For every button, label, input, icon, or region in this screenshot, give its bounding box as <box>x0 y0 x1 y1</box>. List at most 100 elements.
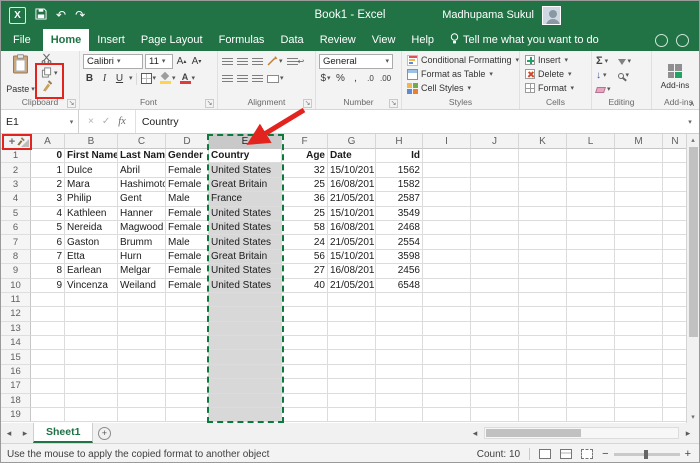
align-left-button[interactable] <box>221 72 234 86</box>
cell-A16[interactable] <box>31 364 65 380</box>
cell-L6[interactable] <box>567 220 615 236</box>
column-header-B[interactable]: B <box>65 134 118 149</box>
cell-H8[interactable]: 3598 <box>376 249 423 265</box>
cell-C16[interactable] <box>118 364 166 380</box>
cell-G18[interactable] <box>328 393 376 409</box>
cell-E7[interactable]: United States <box>209 235 282 250</box>
cell-E2[interactable]: United States <box>209 163 282 178</box>
underline-dropdown-icon[interactable]: ▾ <box>129 75 133 82</box>
name-box-dropdown-icon[interactable]: ▾ <box>65 110 79 133</box>
cell-E1[interactable]: Country <box>209 149 282 164</box>
cell-J15[interactable] <box>471 350 519 365</box>
row-header-5[interactable]: 5 <box>1 206 31 221</box>
cell-C19[interactable] <box>118 408 166 423</box>
column-header-L[interactable]: L <box>567 134 615 149</box>
count-indicator[interactable]: Count: 10 <box>477 449 520 460</box>
cell-J9[interactable] <box>471 264 519 279</box>
enter-icon[interactable]: ✓ <box>102 116 110 127</box>
cell-I17[interactable] <box>423 379 471 394</box>
number-format-combo[interactable]: General ▾ <box>319 54 393 69</box>
cell-B18[interactable] <box>65 393 118 409</box>
cell-C10[interactable]: Weiland <box>118 278 166 293</box>
vertical-scroll-thumb[interactable] <box>688 147 698 337</box>
cell-K6[interactable] <box>519 220 567 236</box>
row-header-1[interactable]: 1 <box>1 149 31 164</box>
row-header-19[interactable]: 19 <box>1 408 31 423</box>
cell-G19[interactable] <box>328 408 376 423</box>
cell-G1[interactable]: Date <box>328 149 376 164</box>
cell-E5[interactable]: United States <box>209 206 282 221</box>
column-header-I[interactable]: I <box>423 134 471 149</box>
cell-C8[interactable]: Hurn <box>118 249 166 265</box>
bold-button[interactable]: B <box>83 72 96 86</box>
cell-B14[interactable] <box>65 336 118 351</box>
paste-dropdown-icon[interactable]: ▾ <box>31 86 35 93</box>
cell-N19[interactable] <box>663 408 687 423</box>
cell-I16[interactable] <box>423 364 471 380</box>
column-header-E[interactable]: E <box>209 134 282 149</box>
tab-tell-me-what-you-want-to-do[interactable]: Tell me what you want to do <box>442 29 607 51</box>
cell-N14[interactable] <box>663 336 687 351</box>
cell-N1[interactable] <box>663 149 687 164</box>
cell-N18[interactable] <box>663 393 687 409</box>
cell-C3[interactable]: Hashimoto <box>118 177 166 193</box>
cell-M12[interactable] <box>615 307 663 322</box>
cell-N12[interactable] <box>663 307 687 322</box>
insert-cells-button[interactable]: Insert ▾ <box>523 53 570 67</box>
cell-N6[interactable] <box>663 220 687 236</box>
cell-A4[interactable]: 3 <box>31 192 65 207</box>
cell-M5[interactable] <box>615 206 663 221</box>
cell-B15[interactable] <box>65 350 118 365</box>
align-right-button[interactable] <box>251 72 264 86</box>
cell-G14[interactable] <box>328 336 376 351</box>
decrease-decimal-button[interactable]: .00 <box>379 72 392 86</box>
scroll-up-button[interactable]: ▴ <box>687 134 699 146</box>
cell-F19[interactable] <box>282 408 328 423</box>
cell-J13[interactable] <box>471 321 519 337</box>
column-header-G[interactable]: G <box>328 134 376 149</box>
cell-L2[interactable] <box>567 163 615 178</box>
cell-A12[interactable] <box>31 307 65 322</box>
row-header-8[interactable]: 8 <box>1 249 31 265</box>
cell-styles-button[interactable]: Cell Styles ▾ <box>405 81 473 95</box>
cell-E14[interactable] <box>209 336 282 351</box>
cell-K15[interactable] <box>519 350 567 365</box>
sheet-nav-next[interactable]: ▸ <box>17 423 33 443</box>
cell-M8[interactable] <box>615 249 663 265</box>
cell-E15[interactable] <box>209 350 282 365</box>
cell-J8[interactable] <box>471 249 519 265</box>
new-sheet-button[interactable]: + <box>93 423 115 443</box>
cell-C1[interactable]: Last Name <box>118 149 166 164</box>
cell-B13[interactable] <box>65 321 118 337</box>
cell-M6[interactable] <box>615 220 663 236</box>
cell-A6[interactable]: 5 <box>31 220 65 236</box>
cell-K17[interactable] <box>519 379 567 394</box>
cell-C5[interactable]: Hanner <box>118 206 166 221</box>
cell-J18[interactable] <box>471 393 519 409</box>
cell-F3[interactable]: 25 <box>282 177 328 193</box>
cell-D12[interactable] <box>166 307 209 322</box>
cell-D4[interactable]: Male <box>166 192 209 207</box>
cell-J6[interactable] <box>471 220 519 236</box>
column-header-A[interactable]: A <box>31 134 65 149</box>
cell-A3[interactable]: 2 <box>31 177 65 193</box>
cell-A5[interactable]: 4 <box>31 206 65 221</box>
cell-L13[interactable] <box>567 321 615 337</box>
cell-L14[interactable] <box>567 336 615 351</box>
cell-J17[interactable] <box>471 379 519 394</box>
cell-C4[interactable]: Gent <box>118 192 166 207</box>
cell-C6[interactable]: Magwood <box>118 220 166 236</box>
cell-N16[interactable] <box>663 364 687 380</box>
cell-L19[interactable] <box>567 408 615 423</box>
cell-G16[interactable] <box>328 364 376 380</box>
row-header-6[interactable]: 6 <box>1 220 31 236</box>
cell-D13[interactable] <box>166 321 209 337</box>
cell-F17[interactable] <box>282 379 328 394</box>
cell-B11[interactable] <box>65 292 118 308</box>
cell-I2[interactable] <box>423 163 471 178</box>
cell-A10[interactable]: 9 <box>31 278 65 293</box>
tab-data[interactable]: Data <box>272 29 311 51</box>
cell-D7[interactable]: Male <box>166 235 209 250</box>
cell-A14[interactable] <box>31 336 65 351</box>
user-name[interactable]: Madhupama Sukul <box>442 9 534 21</box>
